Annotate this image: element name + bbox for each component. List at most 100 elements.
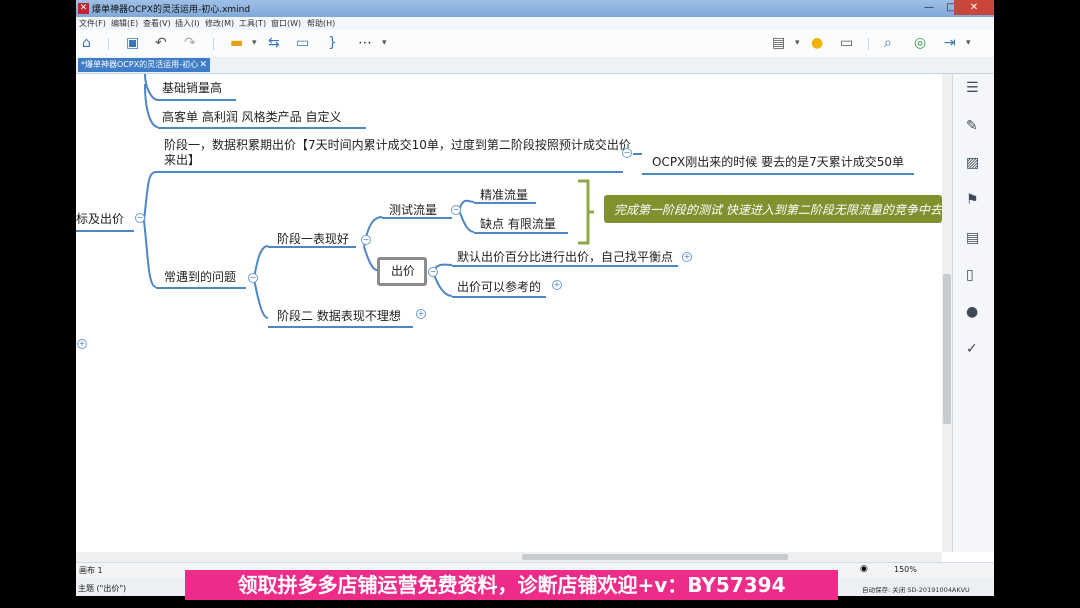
- node-underline: [158, 99, 236, 101]
- export-dropdown-icon[interactable]: ▾: [966, 36, 971, 51]
- right-side-panel: ☰ ✎ ▨ ⚑ ▤ ▯ ● ✓: [952, 74, 994, 552]
- topic-dropdown-icon[interactable]: ▾: [252, 36, 257, 51]
- menu-edit[interactable]: 编辑(E): [111, 18, 138, 29]
- undo-icon[interactable]: ↶: [155, 36, 167, 51]
- close-button[interactable]: ✕: [954, 0, 994, 15]
- zoom-level[interactable]: 150%: [894, 565, 917, 574]
- node-underline: [268, 326, 413, 328]
- node-bid-reference[interactable]: 出价可以参考的: [457, 280, 541, 295]
- node-underline: [452, 265, 678, 267]
- eye-icon[interactable]: ◉: [860, 564, 868, 574]
- share-icon[interactable]: ◎: [914, 36, 926, 51]
- expand-stage-two-icon[interactable]: +: [416, 309, 426, 319]
- presentation-dropdown-icon[interactable]: ▾: [795, 36, 800, 51]
- presentation-icon[interactable]: ▤: [772, 36, 785, 51]
- collapse-stage-one-good-icon[interactable]: −: [361, 235, 371, 245]
- more-icon[interactable]: ⋯: [358, 36, 372, 51]
- node-underline: [474, 232, 568, 234]
- toolbar-separator: [868, 38, 869, 50]
- summary-bracket: [578, 179, 594, 245]
- sheet-tab[interactable]: 画布 1: [79, 565, 103, 576]
- status-selection: 主题 ("出价"): [78, 584, 127, 593]
- promo-text: 领取拼多多店铺运营免费资料，诊断店铺欢迎+v：BY57394: [237, 573, 786, 597]
- node-product-types[interactable]: 高客单 高利润 风格类产品 自定义: [162, 110, 341, 125]
- expand-default-bid-icon[interactable]: +: [682, 252, 692, 262]
- node-bid-selected[interactable]: 出价: [377, 257, 427, 286]
- toolbar-separator: [108, 38, 109, 50]
- document-tab-label: *爆单神器OCPX的灵活运用-初心: [81, 60, 199, 69]
- toolbar: ⌂ ▣ ↶ ↷ ▬ ▾ ⇆ ▭ } ⋯ ▾ ▤ ▾ ● ▭ ⌕ ◎ ⇥ ▾: [76, 30, 994, 58]
- node-underline: [642, 173, 914, 175]
- node-stage-one-good[interactable]: 阶段一表现好: [277, 232, 349, 247]
- node-underline: [156, 287, 246, 289]
- collapse-test-traffic-icon[interactable]: −: [451, 205, 461, 215]
- flag-marker-icon[interactable]: ⚑: [966, 192, 979, 208]
- collapse-stage-one-icon[interactable]: −: [622, 148, 632, 158]
- search-icon[interactable]: ⌕: [884, 36, 892, 51]
- export-icon[interactable]: ⇥: [944, 36, 956, 51]
- gantt-icon[interactable]: ▭: [840, 36, 853, 51]
- expand-left-icon[interactable]: +: [77, 339, 87, 349]
- home-icon[interactable]: ⌂: [82, 36, 91, 51]
- topic-icon[interactable]: ▬: [230, 36, 243, 51]
- horizontal-scroll-thumb[interactable]: [522, 554, 788, 560]
- summary-callout[interactable]: 完成第一阶段的测试 快速进入到第二阶段无限流量的竞争中去: [604, 195, 942, 223]
- menu-modify[interactable]: 修改(M): [205, 18, 234, 29]
- node-underline: [268, 246, 356, 248]
- menu-file[interactable]: 文件(F): [79, 18, 106, 29]
- node-underline: [76, 230, 134, 232]
- node-default-bid[interactable]: 默认出价百分比进行出价，自己找平衡点: [457, 250, 673, 265]
- more-dropdown-icon[interactable]: ▾: [382, 36, 387, 51]
- node-parent-partial[interactable]: 标及出价: [76, 212, 124, 227]
- node-drawback[interactable]: 缺点 有限流量: [480, 217, 556, 232]
- node-underline: [156, 171, 623, 173]
- status-autosave: 自动保存: 关闭 SD-20191004AKVU: [862, 586, 970, 594]
- node-stage-two[interactable]: 阶段二 数据表现不理想: [277, 309, 401, 324]
- boundary-icon[interactable]: ▭: [296, 36, 309, 51]
- menu-help[interactable]: 帮助(H): [307, 18, 335, 29]
- notes-icon[interactable]: ▤: [966, 230, 979, 246]
- comment-icon[interactable]: ●: [966, 304, 978, 320]
- summary-icon[interactable]: }: [328, 36, 337, 51]
- collapse-bid-icon[interactable]: −: [428, 267, 438, 277]
- node-common-problems[interactable]: 常遇到的问题: [164, 270, 236, 285]
- expand-bid-reference-icon[interactable]: +: [552, 280, 562, 290]
- toolbar-separator: [213, 38, 214, 50]
- node-precise-traffic[interactable]: 精准流量: [480, 188, 528, 203]
- application-window: ✕ 爆单神器OCPX的灵活运用-初心.xmind — □ ✕ 文件(F) 编辑(…: [76, 0, 994, 596]
- node-test-traffic[interactable]: 测试流量: [389, 203, 437, 218]
- vertical-scrollbar[interactable]: [942, 74, 952, 552]
- callout-text: 完成第一阶段的测试 快速进入到第二阶段无限流量的竞争中去: [614, 203, 942, 217]
- outline-icon[interactable]: ☰: [966, 80, 979, 96]
- horizontal-scrollbar[interactable]: [76, 552, 942, 562]
- format-brush-icon[interactable]: ✎: [966, 118, 978, 134]
- brainstorm-icon[interactable]: ●: [811, 36, 823, 51]
- xmind-icon: ✕: [78, 3, 89, 14]
- document-tab[interactable]: *爆单神器OCPX的灵活运用-初心 ✕: [78, 58, 210, 72]
- node-base-sales[interactable]: 基础销量高: [162, 81, 222, 96]
- minimize-button[interactable]: —: [918, 0, 940, 15]
- node-underline: [158, 127, 366, 129]
- promo-banner: 领取拼多多店铺运营免费资料，诊断店铺欢迎+v：BY57394: [185, 570, 838, 600]
- task-icon[interactable]: ✓: [966, 341, 978, 357]
- redo-icon[interactable]: ↷: [184, 36, 196, 51]
- window-title: 爆单神器OCPX的灵活运用-初心.xmind: [92, 5, 251, 15]
- save-icon[interactable]: ▣: [126, 36, 139, 51]
- mindmap-canvas[interactable]: 基础销量高 高客单 高利润 风格类产品 自定义 阶段一，数据积累期出价【7天时间…: [76, 74, 942, 552]
- node-stage-one[interactable]: 阶段一，数据积累期出价【7天时间内累计成交10单，过度到第二阶段按照预计成交出价…: [164, 138, 634, 168]
- menu-view[interactable]: 查看(V): [143, 18, 171, 29]
- menu-window[interactable]: 窗口(W): [271, 18, 301, 29]
- menu-tools[interactable]: 工具(T): [239, 18, 266, 29]
- menu-insert[interactable]: 插入(I): [175, 18, 200, 29]
- collapse-common-problems-icon[interactable]: −: [248, 273, 258, 283]
- vertical-scroll-thumb[interactable]: [943, 274, 951, 424]
- close-tab-icon[interactable]: ✕: [199, 58, 207, 72]
- menu-bar: 文件(F) 编辑(E) 查看(V) 插入(I) 修改(M) 工具(T) 窗口(W…: [76, 17, 994, 30]
- node-ocpx-note[interactable]: OCPX刚出来的时候 要去的是7天累计成交50单: [652, 155, 904, 170]
- image-icon[interactable]: ▨: [966, 155, 979, 171]
- relationship-icon[interactable]: ⇆: [268, 36, 280, 51]
- editor-tab-bar: *爆单神器OCPX的灵活运用-初心 ✕: [76, 57, 994, 74]
- collapse-parent-icon[interactable]: −: [135, 213, 145, 223]
- document-icon[interactable]: ▯: [966, 267, 974, 283]
- node-underline: [382, 217, 452, 219]
